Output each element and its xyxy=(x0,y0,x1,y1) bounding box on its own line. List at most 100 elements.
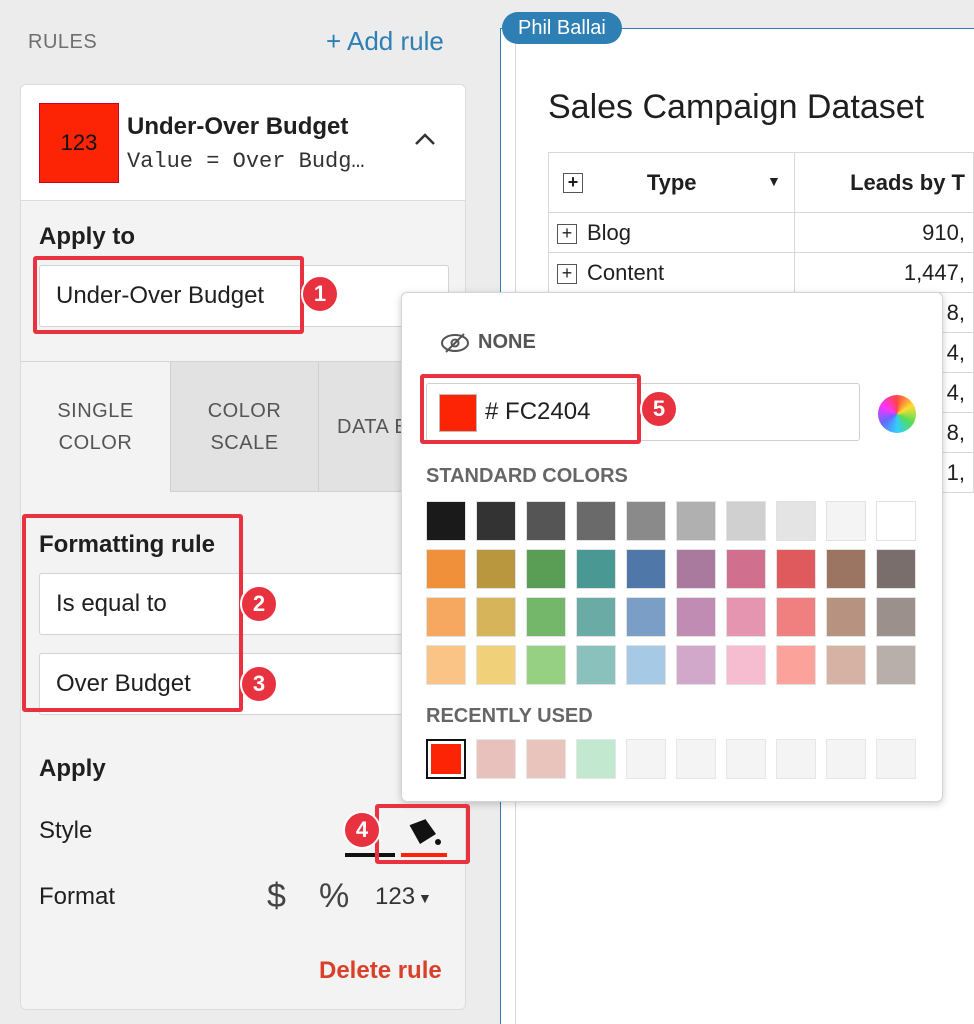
standard-color-swatch[interactable] xyxy=(426,645,466,685)
standard-color-swatch[interactable] xyxy=(526,501,566,541)
standard-color-swatch[interactable] xyxy=(726,549,766,589)
tab-label: SCALE xyxy=(210,431,279,454)
standard-color-swatch[interactable] xyxy=(476,645,516,685)
chevron-up-icon[interactable] xyxy=(411,125,439,153)
recent-color-swatch[interactable] xyxy=(626,739,666,779)
column-header-leads[interactable]: Leads by T xyxy=(794,152,974,213)
standard-color-swatch[interactable] xyxy=(476,501,516,541)
expand-icon[interactable]: + xyxy=(563,173,583,193)
caret-down-icon[interactable]: ▼ xyxy=(767,173,781,189)
standard-color-swatch[interactable] xyxy=(826,549,866,589)
standard-color-swatch[interactable] xyxy=(776,501,816,541)
standard-color-swatch[interactable] xyxy=(676,501,716,541)
standard-color-swatch[interactable] xyxy=(726,645,766,685)
tab-single-color[interactable]: SINGLE COLOR xyxy=(21,362,170,492)
callout-box-apply-to xyxy=(33,256,304,334)
standard-color-swatch[interactable] xyxy=(676,597,716,637)
standard-color-swatch[interactable] xyxy=(576,597,616,637)
standard-color-swatch[interactable] xyxy=(776,597,816,637)
table-row[interactable]: + Content 1,447, xyxy=(547,252,974,293)
expand-icon[interactable]: + xyxy=(557,223,577,244)
callout-badge: 1 xyxy=(301,275,339,313)
cell-leads: 910, xyxy=(794,212,974,253)
callout-box-fill-color xyxy=(375,804,470,864)
standard-color-swatch[interactable] xyxy=(626,645,666,685)
standard-color-swatch[interactable] xyxy=(626,501,666,541)
color-wheel-icon[interactable] xyxy=(878,395,916,433)
standard-color-swatch[interactable] xyxy=(776,549,816,589)
callout-badge: 4 xyxy=(343,811,381,849)
apply-to-heading: Apply to xyxy=(39,223,135,250)
table-row[interactable]: + Blog 910, xyxy=(547,212,974,253)
standard-color-swatch[interactable] xyxy=(876,645,916,685)
recent-color-swatch[interactable] xyxy=(426,739,466,779)
standard-color-swatch[interactable] xyxy=(826,501,866,541)
tab-label: COLOR xyxy=(207,399,282,422)
standard-color-swatch[interactable] xyxy=(476,597,516,637)
standard-color-swatch[interactable] xyxy=(576,549,616,589)
tab-label: DATA B xyxy=(337,415,409,438)
format-number-dropdown[interactable]: 123 ▼ xyxy=(375,883,432,911)
column-header-type[interactable]: + Type ▼ xyxy=(547,152,796,213)
format-currency-button[interactable]: $ xyxy=(267,877,286,916)
standard-color-swatch[interactable] xyxy=(676,549,716,589)
style-label: Style xyxy=(39,817,93,844)
recent-color-swatch[interactable] xyxy=(676,739,716,779)
callout-badge: 2 xyxy=(240,585,278,623)
standard-color-swatch[interactable] xyxy=(626,597,666,637)
recent-color-swatch[interactable] xyxy=(776,739,816,779)
caret-down-icon: ▼ xyxy=(418,889,432,906)
recent-color-swatch[interactable] xyxy=(476,739,516,779)
standard-color-swatch[interactable] xyxy=(726,597,766,637)
standard-color-swatch[interactable] xyxy=(526,597,566,637)
standard-color-swatch[interactable] xyxy=(526,549,566,589)
expand-icon[interactable]: + xyxy=(557,263,577,284)
table-header-row: + Type ▼ Leads by T xyxy=(547,152,974,213)
color-picker-popover: NONE # FC2404 STANDARD COLORS RECENTLY U… xyxy=(401,292,943,802)
standard-color-swatch[interactable] xyxy=(826,597,866,637)
delete-rule-button[interactable]: Delete rule xyxy=(319,957,442,985)
color-mode-tabs: SINGLE COLOR COLOR SCALE DATA B xyxy=(21,361,465,492)
standard-color-swatch[interactable] xyxy=(726,501,766,541)
cell-type: Content xyxy=(587,259,665,285)
standard-color-swatch[interactable] xyxy=(476,549,516,589)
standard-color-swatch[interactable] xyxy=(426,501,466,541)
rules-header: RULES + Add rule xyxy=(0,0,484,82)
standard-color-swatch[interactable] xyxy=(776,645,816,685)
standard-color-swatch[interactable] xyxy=(576,645,616,685)
format-number-label: 123 xyxy=(375,883,416,910)
standard-colors-grid xyxy=(426,501,916,685)
recent-color-swatch[interactable] xyxy=(726,739,766,779)
standard-color-swatch[interactable] xyxy=(876,501,916,541)
standard-color-swatch[interactable] xyxy=(876,597,916,637)
rule-preview-swatch: 123 xyxy=(39,103,119,183)
standard-color-swatch[interactable] xyxy=(876,549,916,589)
add-rule-button[interactable]: + Add rule xyxy=(326,26,444,57)
recent-color-swatch[interactable] xyxy=(576,739,616,779)
recent-color-swatch[interactable] xyxy=(876,739,916,779)
rule-summary[interactable]: 123 Under-Over Budget Value = Over Budg… xyxy=(21,85,465,201)
standard-color-swatch[interactable] xyxy=(426,549,466,589)
recent-color-swatch[interactable] xyxy=(826,739,866,779)
recent-color-swatch[interactable] xyxy=(526,739,566,779)
user-presence-tag: Phil Ballai xyxy=(502,12,622,44)
standard-color-swatch[interactable] xyxy=(826,645,866,685)
tab-label: SINGLE xyxy=(57,400,134,422)
callout-badge: 3 xyxy=(240,665,278,703)
cell-type: Blog xyxy=(587,219,632,245)
recent-colors-row xyxy=(426,739,916,779)
rule-subtitle: Value = Over Budg… xyxy=(127,149,365,174)
callout-box-formatting-rule xyxy=(22,514,243,712)
tab-color-scale[interactable]: COLOR SCALE xyxy=(170,362,318,492)
format-label: Format xyxy=(39,883,116,910)
format-percent-button[interactable]: % xyxy=(319,877,349,916)
standard-color-swatch[interactable] xyxy=(676,645,716,685)
eye-off-icon xyxy=(441,332,469,353)
standard-color-swatch[interactable] xyxy=(526,645,566,685)
standard-color-swatch[interactable] xyxy=(576,501,616,541)
no-color-button[interactable]: NONE xyxy=(440,331,536,354)
standard-color-swatch[interactable] xyxy=(626,549,666,589)
standard-colors-heading: STANDARD COLORS xyxy=(426,465,628,487)
column-header-label: Leads by T xyxy=(850,169,965,195)
standard-color-swatch[interactable] xyxy=(426,597,466,637)
